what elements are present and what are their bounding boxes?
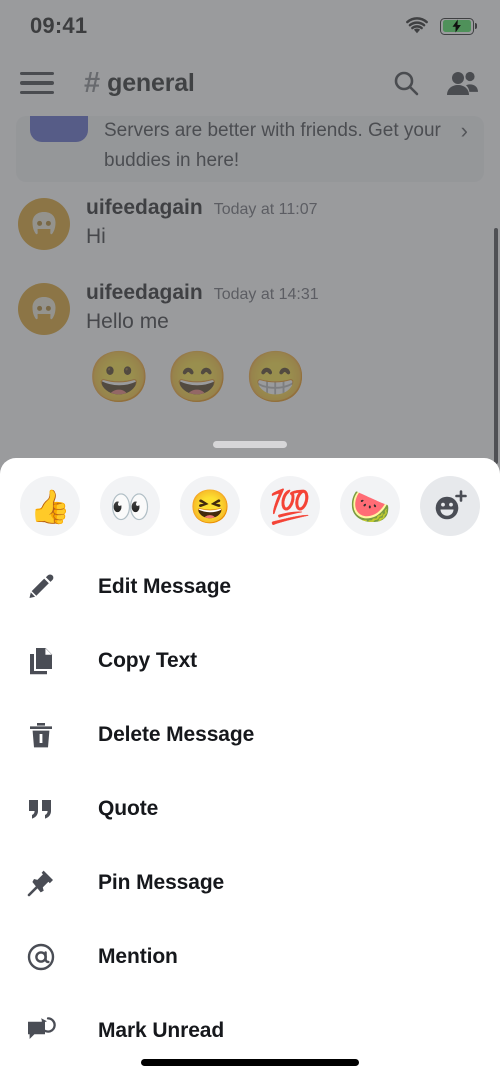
menu-item-quote[interactable]: Quote xyxy=(0,772,500,846)
reaction-hundred[interactable]: 💯 xyxy=(260,476,320,536)
menu-item-label: Quote xyxy=(98,797,159,820)
menu-item-edit-message[interactable]: Edit Message xyxy=(0,550,500,624)
trash-icon xyxy=(24,721,58,749)
message-action-sheet: 👍 👀 😆 💯 🍉 Edit Message Copy Text Delete … xyxy=(0,458,500,1080)
mention-icon xyxy=(24,943,58,971)
menu-item-copy-text[interactable]: Copy Text xyxy=(0,624,500,698)
reaction-thumbsup[interactable]: 👍 xyxy=(20,476,80,536)
reaction-eyes[interactable]: 👀 xyxy=(100,476,160,536)
screen: 09:41 xyxy=(0,0,500,1080)
pencil-icon xyxy=(24,573,58,601)
mark-unread-icon xyxy=(24,1017,58,1045)
action-menu-list: Edit Message Copy Text Delete Message Qu… xyxy=(0,550,500,1068)
drag-handle[interactable] xyxy=(213,441,287,448)
quick-reaction-row: 👍 👀 😆 💯 🍉 xyxy=(0,458,500,550)
menu-item-label: Mention xyxy=(98,945,178,968)
copy-icon xyxy=(24,647,58,675)
reaction-watermelon[interactable]: 🍉 xyxy=(340,476,400,536)
menu-item-delete-message[interactable]: Delete Message xyxy=(0,698,500,772)
menu-item-label: Mark Unread xyxy=(98,1019,225,1042)
home-indicator xyxy=(141,1059,359,1066)
menu-item-mark-unread[interactable]: Mark Unread xyxy=(0,994,500,1068)
add-reaction-button[interactable] xyxy=(420,476,480,536)
menu-item-label: Pin Message xyxy=(98,871,225,894)
menu-item-label: Copy Text xyxy=(98,649,198,672)
menu-item-label: Edit Message xyxy=(98,575,232,598)
menu-item-label: Delete Message xyxy=(98,723,255,746)
pin-icon xyxy=(24,869,58,897)
quote-icon xyxy=(24,797,58,821)
menu-item-pin-message[interactable]: Pin Message xyxy=(0,846,500,920)
menu-item-mention[interactable]: Mention xyxy=(0,920,500,994)
add-reaction-icon xyxy=(435,490,467,520)
reaction-laughing[interactable]: 😆 xyxy=(180,476,240,536)
